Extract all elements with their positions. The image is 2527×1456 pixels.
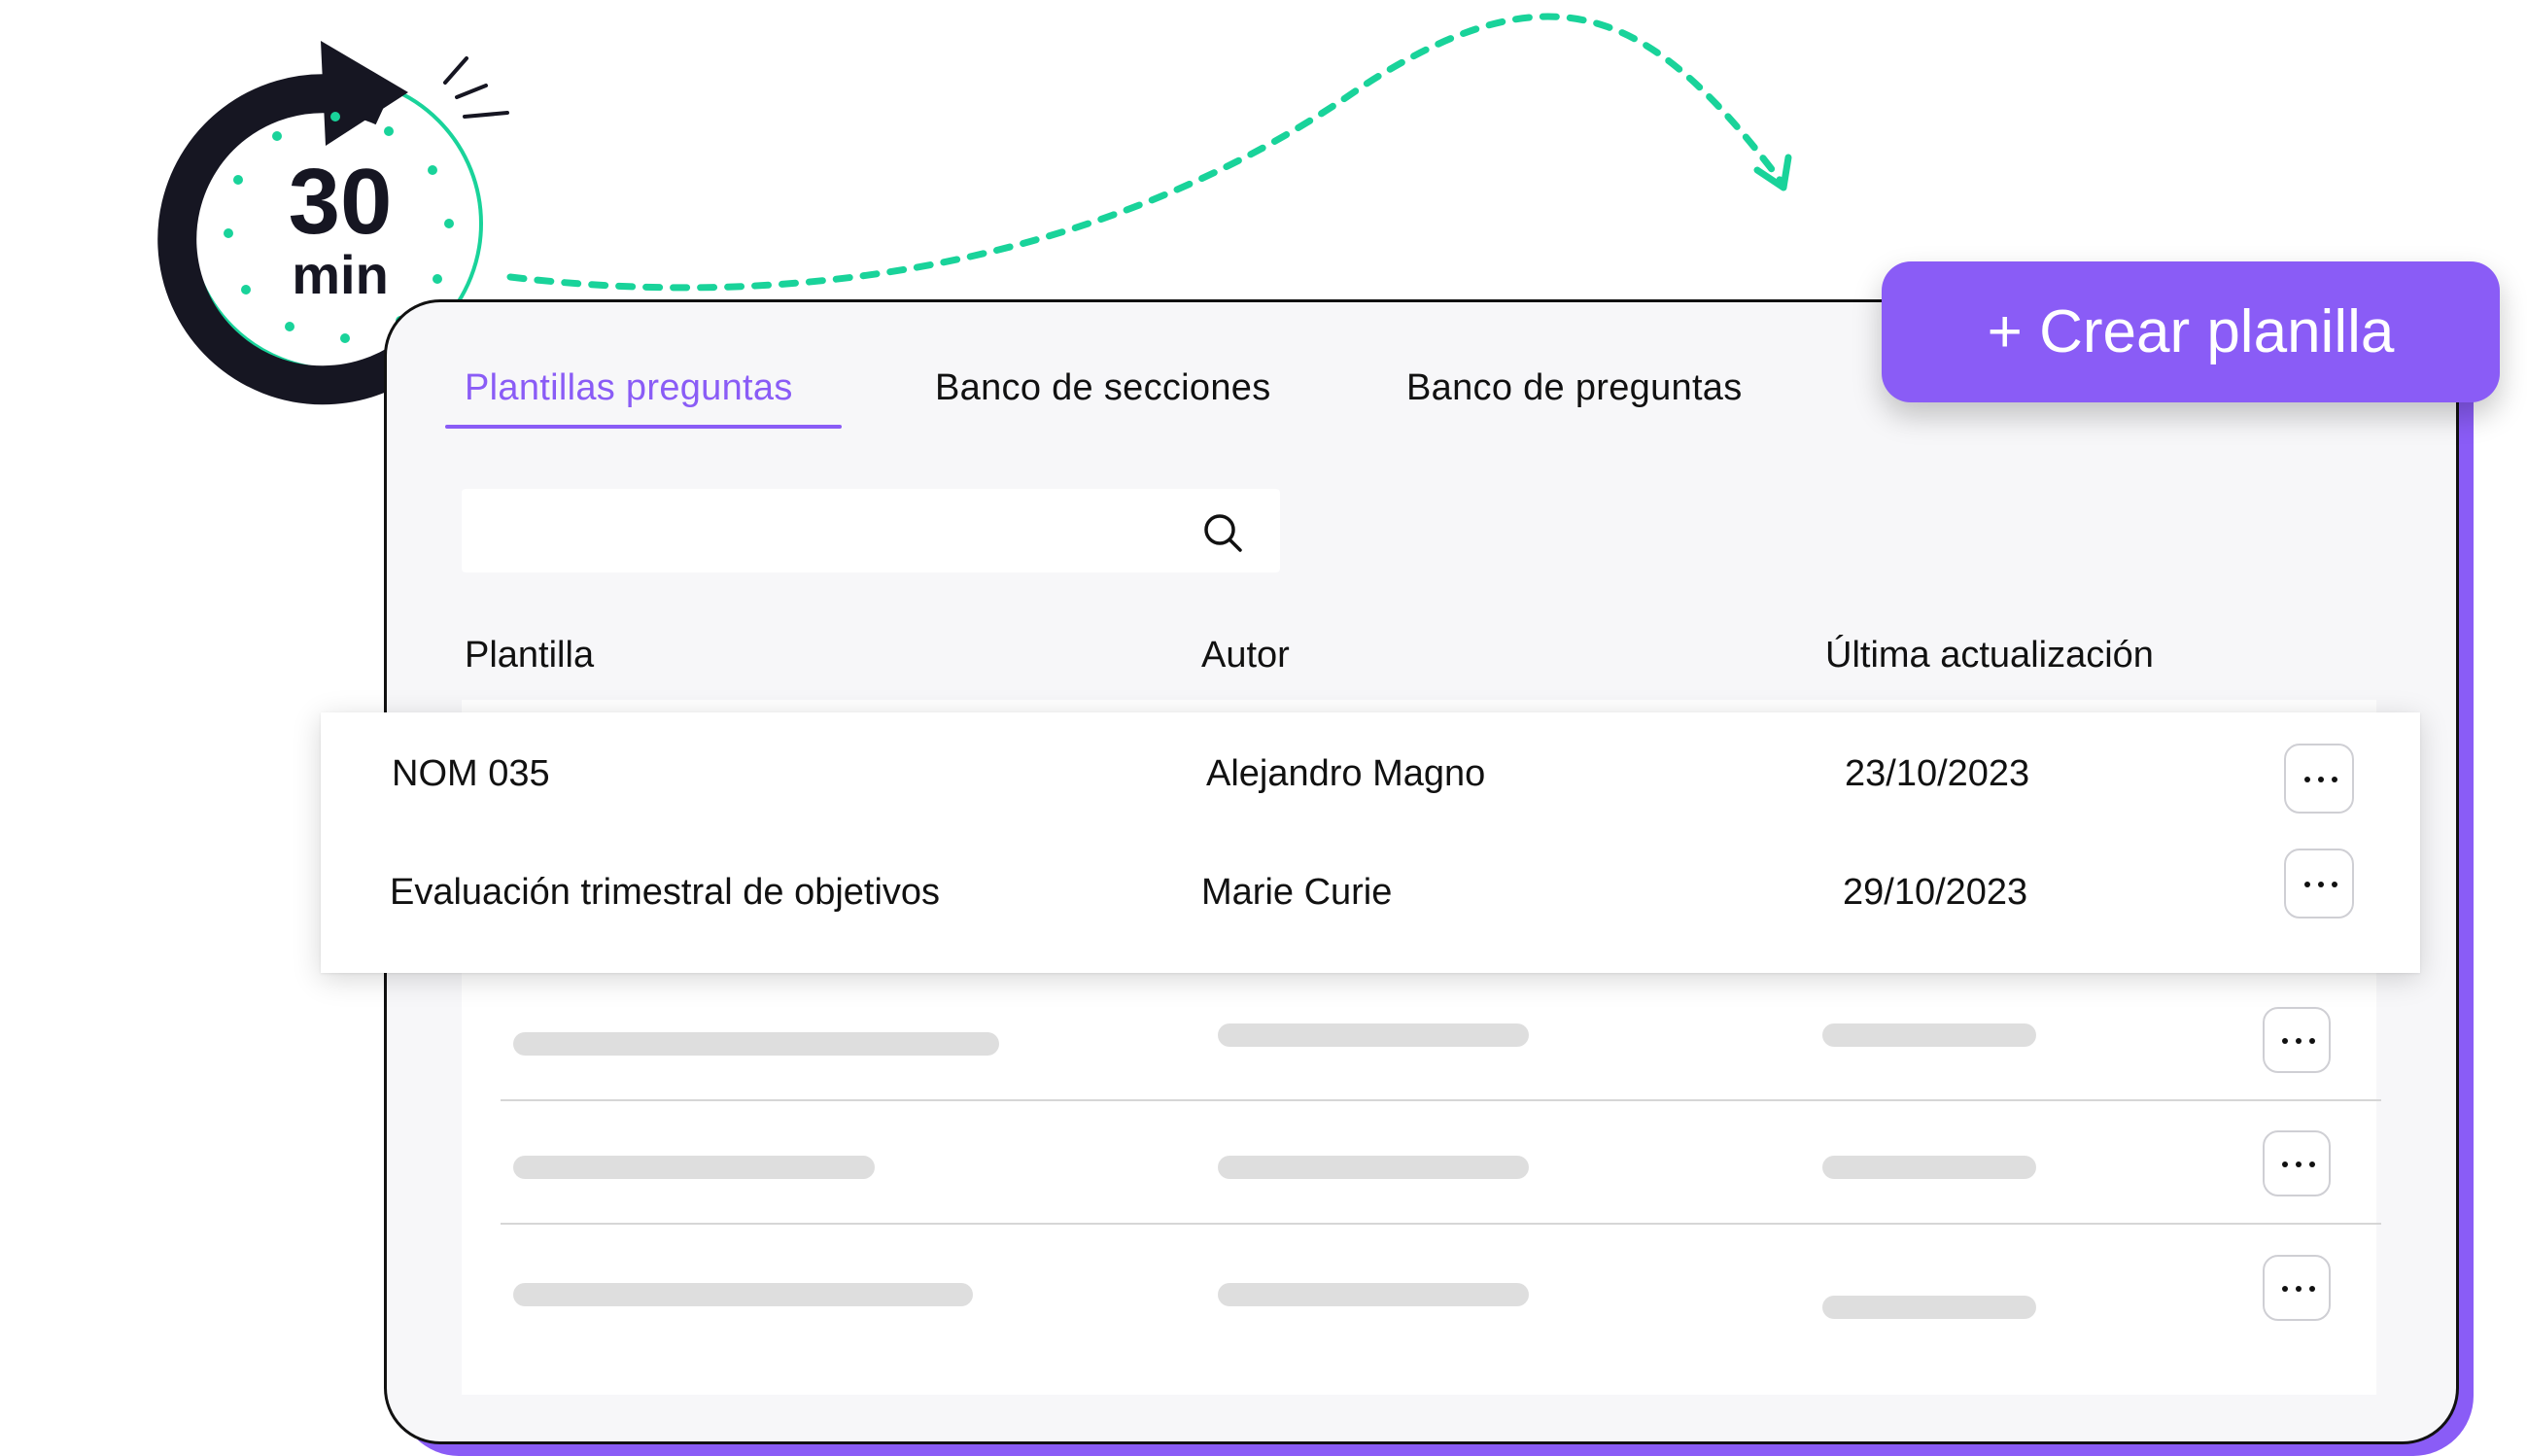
placeholder-row-1-more-button[interactable] [2263,1007,2331,1073]
more-icon [2282,1286,2288,1292]
column-header-ultima-actualizacion: Última actualización [1825,635,2154,676]
row-2-template[interactable]: Evaluación trimestral de objetivos [390,872,940,914]
skeleton-bar [513,1032,999,1056]
more-icon [2282,1038,2288,1044]
search-icon[interactable] [1201,511,1244,554]
placeholder-row-2-more-button[interactable] [2263,1130,2331,1196]
row-1-updated: 23/10/2023 [1845,753,2030,794]
more-icon [2282,1161,2288,1167]
more-icon [2304,777,2310,782]
row-divider [501,1099,2381,1101]
row-divider [501,1223,2381,1225]
skeleton-bar [1822,1296,2036,1319]
column-header-plantilla: Plantilla [465,635,595,676]
column-header-autor: Autor [1201,635,1290,676]
highlighted-rows [321,712,2420,973]
timer-number: 30 [288,150,393,254]
active-tab-indicator [445,425,842,429]
row-1-template[interactable]: NOM 035 [392,753,550,795]
tab-banco-de-preguntas[interactable]: Banco de preguntas [1406,367,1743,409]
row-2-more-button[interactable] [2284,849,2354,919]
skeleton-bar [513,1156,875,1179]
skeleton-bar [1822,1156,2036,1179]
skeleton-bar [513,1283,973,1306]
timer-unit: min [292,244,389,305]
more-icon [2304,882,2310,887]
row-1-more-button[interactable] [2284,744,2354,814]
row-2-author: Marie Curie [1201,872,1393,913]
skeleton-bar [1218,1023,1529,1047]
placeholder-row-3-more-button[interactable] [2263,1255,2331,1321]
row-2-updated: 29/10/2023 [1843,872,2028,913]
search-input[interactable] [462,489,1181,572]
skeleton-bar [1822,1023,2036,1047]
skeleton-bar [1218,1283,1529,1306]
skeleton-bar [1218,1156,1529,1179]
tab-banco-de-secciones[interactable]: Banco de secciones [935,367,1271,409]
row-1-author: Alejandro Magno [1206,753,1486,794]
tab-plantillas-preguntas[interactable]: Plantillas preguntas [465,367,793,409]
search-box [462,489,1280,572]
create-template-button[interactable]: + Crear planilla [1882,261,2500,402]
